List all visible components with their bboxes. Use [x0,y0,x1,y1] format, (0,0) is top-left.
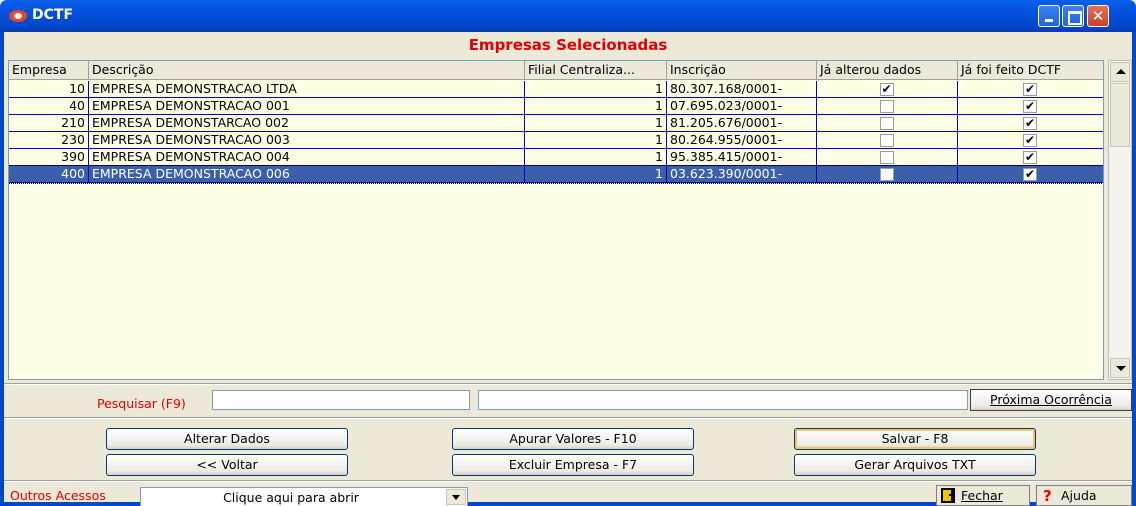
col-inscricao[interactable]: Inscrição [667,61,817,80]
cell-inscricao: 81.205.676/0001- [667,115,817,132]
title-bar: DCTF ✕ [0,0,1136,32]
cell-descricao: EMPRESA DEMONSTRACAO 003 [89,132,525,149]
cell-alterou [817,115,958,132]
fechar-label: Fechar [961,488,1003,503]
ajuda-label: Ajuda [1061,488,1097,503]
col-alterou[interactable]: Já alterou dados [817,61,958,80]
cell-filial: 1 [525,115,667,132]
table-row[interactable]: 400 EMPRESA DEMONSTRACAO 006 1 03.623.390/0… [9,165,1103,184]
col-dctf[interactable]: Já foi feito DCTF [958,61,1103,80]
separator [4,383,1132,385]
cell-filial: 1 [525,81,667,98]
companies-grid[interactable]: Empresa Descrição Filial Centraliza... I… [8,60,1104,380]
col-descricao[interactable]: Descrição [89,61,525,80]
cell-empresa: 210 [9,115,89,132]
cell-dctf [958,149,1103,166]
cell-dctf [958,81,1103,98]
checkbox[interactable] [1023,115,1037,131]
search-input[interactable] [212,390,470,410]
combo-value: Clique aqui para abrir [223,490,359,505]
scroll-up-icon[interactable] [1110,62,1130,82]
gerar-arquivos-button[interactable]: Gerar Arquivos TXT [794,454,1036,476]
app-icon [9,10,27,22]
cell-empresa: 400 [9,166,89,183]
cell-inscricao: 03.623.390/0001- [667,166,817,183]
cell-descricao: EMPRESA DEMONSTRACAO LTDA [89,81,525,98]
window-title: DCTF [32,7,74,23]
cell-empresa: 390 [9,149,89,166]
page-heading: Empresas Selecionadas [468,36,668,54]
cell-alterou [817,98,958,115]
salvar-button[interactable]: Salvar - F8 [794,428,1036,450]
checkbox[interactable] [879,100,894,113]
checkbox[interactable] [879,117,894,130]
cell-inscricao: 95.385.415/0001- [667,149,817,166]
cell-empresa: 40 [9,98,89,115]
checkbox[interactable] [1023,98,1037,114]
checkbox[interactable] [1023,81,1037,97]
separator [4,417,1132,419]
outros-acessos-label: Outros Acessos [10,488,106,503]
cell-alterou [817,132,958,149]
cell-dctf [958,98,1103,115]
fechar-button[interactable]: Fechar [936,485,1030,506]
table-row[interactable]: 10 EMPRESA DEMONSTRACAO LTDA 1 80.307.168/0… [9,81,1103,98]
apurar-valores-button[interactable]: Apurar Valores - F10 [452,428,694,450]
cell-empresa: 230 [9,132,89,149]
cell-descricao: EMPRESA DEMONSTRACAO 004 [89,149,525,166]
chevron-down-icon[interactable] [446,489,466,505]
outros-acessos-combo[interactable]: Clique aqui para abrir [140,487,468,506]
cell-dctf [958,132,1103,149]
grid-header: Empresa Descrição Filial Centraliza... I… [9,61,1103,80]
table-row[interactable]: 40 EMPRESA DEMONSTRACAO 001 1 07.695.023/00… [9,98,1103,115]
scroll-thumb[interactable] [1110,83,1130,147]
cell-empresa: 10 [9,81,89,98]
cell-inscricao: 80.264.955/0001- [667,132,817,149]
cell-filial: 1 [525,149,667,166]
next-occurrence-label: Próxima Ocorrência [990,392,1112,407]
cell-alterou [817,149,958,166]
cell-inscricao: 07.695.023/0001- [667,98,817,115]
cell-alterou [817,166,958,183]
cell-descricao: EMPRESA DEMONSTRACAO 006 [89,166,525,183]
next-occurrence-button[interactable]: Próxima Ocorrência [970,389,1132,411]
checkbox[interactable] [879,168,894,181]
cell-alterou [817,81,958,98]
checkbox[interactable] [1023,166,1037,182]
checkbox[interactable] [879,134,894,147]
voltar-button[interactable]: << Voltar [106,454,348,476]
separator [4,480,1132,482]
table-row[interactable]: 230 EMPRESA DEMONSTRACAO 003 1 80.264.955/0… [9,132,1103,149]
minimize-button[interactable] [1038,5,1060,27]
maximize-button[interactable] [1062,5,1084,27]
help-question-icon: ? [1043,488,1052,503]
close-icon: ✕ [1091,7,1105,25]
exit-door-icon [941,488,955,503]
cell-filial: 1 [525,132,667,149]
cell-dctf [958,166,1103,183]
table-row[interactable]: 210 EMPRESA DEMONSTARCAO 002 1 81.205.676/0… [9,115,1103,132]
cell-descricao: EMPRESA DEMONSTRACAO 001 [89,98,525,115]
scroll-down-icon[interactable] [1110,358,1130,378]
cell-filial: 1 [525,98,667,115]
cell-inscricao: 80.307.168/0001- [667,81,817,98]
grid-scrollbar[interactable] [1108,60,1132,380]
close-button[interactable]: ✕ [1087,5,1109,27]
svg-text:?: ? [1043,488,1052,503]
search-result-field[interactable] [478,390,968,410]
ajuda-button[interactable]: ? Ajuda [1036,485,1132,506]
checkbox[interactable] [879,81,894,97]
cell-descricao: EMPRESA DEMONSTARCAO 002 [89,115,525,132]
checkbox[interactable] [1023,132,1037,148]
cell-filial: 1 [525,166,667,183]
checkbox[interactable] [879,151,894,164]
alterar-dados-button[interactable]: Alterar Dados [106,428,348,450]
checkbox[interactable] [1023,149,1037,165]
col-filial[interactable]: Filial Centraliza... [525,61,667,80]
excluir-empresa-button[interactable]: Excluir Empresa - F7 [452,454,694,476]
col-empresa[interactable]: Empresa [9,61,89,80]
cell-dctf [958,115,1103,132]
table-row[interactable]: 390 EMPRESA DEMONSTRACAO 004 1 95.385.415/0… [9,149,1103,166]
search-label: Pesquisar (F9) [97,396,186,411]
